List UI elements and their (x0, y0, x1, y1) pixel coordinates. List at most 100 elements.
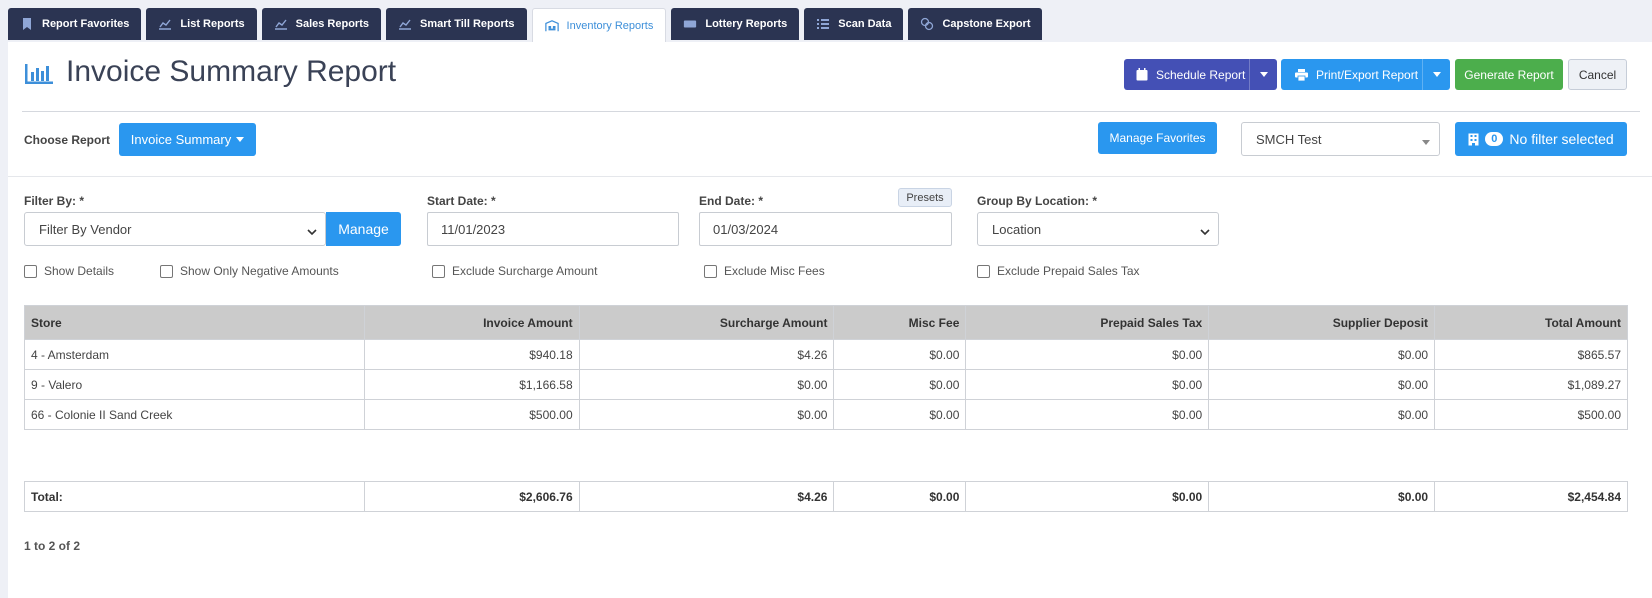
line-chart-icon (274, 17, 288, 31)
table-row: 9 - Valero $1,166.58 $0.00 $0.00 $0.00 $… (24, 369, 1628, 400)
checkbox-box[interactable] (704, 264, 717, 278)
end-date-label: End Date: * (699, 194, 764, 208)
tab-lottery-reports[interactable]: Lottery Reports (671, 8, 800, 40)
bookmark-icon (20, 17, 34, 31)
checkbox-box[interactable] (24, 264, 37, 278)
exclude-prepaid-tax-checkbox[interactable]: Exclude Prepaid Sales Tax (977, 264, 1140, 278)
cell-surcharge-amount: $0.00 (578, 399, 835, 430)
divider (22, 111, 1640, 112)
cell-prepaid-sales-tax: $0.00 (965, 399, 1210, 430)
total-invoice-amount: $2,606.76 (363, 481, 580, 512)
column-header-prepaid-sales-tax[interactable]: Prepaid Sales Tax (965, 305, 1210, 340)
totals-row: Total: $2,606.76 $4.26 $0.00 $0.00 $0.00… (24, 481, 1628, 512)
caret-down-icon (1421, 134, 1431, 145)
cell-invoice-amount: $500.00 (363, 399, 580, 430)
pagination-info: 1 to 2 of 2 (24, 539, 81, 553)
checkbox-box[interactable] (977, 264, 990, 278)
cell-store: 4 - Amsterdam (24, 339, 365, 370)
building-icon (1468, 133, 1479, 146)
tab-report-favorites[interactable]: Report Favorites (8, 8, 142, 40)
print-export-button[interactable]: Print/Export Report (1281, 59, 1450, 90)
cell-invoice-amount: $940.18 (363, 339, 580, 370)
totals-label: Total: (24, 481, 365, 512)
print-export-dropdown[interactable] (1422, 59, 1450, 90)
tab-smart-till-reports[interactable]: Smart Till Reports (385, 8, 527, 40)
column-header-total-amount[interactable]: Total Amount (1434, 305, 1628, 340)
end-date-input[interactable]: 01/03/2024 (699, 212, 952, 246)
column-header-surcharge-amount[interactable]: Surcharge Amount (578, 305, 835, 340)
exclude-surcharge-checkbox[interactable]: Exclude Surcharge Amount (432, 264, 597, 278)
column-header-misc-fee[interactable]: Misc Fee (833, 305, 967, 340)
filter-by-select[interactable]: Filter By Vendor (24, 212, 326, 246)
cell-total-amount: $1,089.27 (1434, 369, 1628, 400)
cancel-button[interactable]: Cancel (1568, 59, 1627, 90)
cell-total-amount: $500.00 (1434, 399, 1628, 430)
start-date-input[interactable]: 11/01/2023 (427, 212, 679, 246)
presets-button[interactable]: Presets (898, 188, 952, 207)
column-header-store[interactable]: Store (24, 305, 365, 340)
tab-inventory-reports[interactable]: Inventory Reports (531, 8, 667, 42)
chevron-down-icon (1200, 224, 1210, 236)
schedule-report-dropdown[interactable] (1249, 59, 1277, 90)
totals-table: Total: $2,606.76 $4.26 $0.00 $0.00 $0.00… (24, 481, 1628, 512)
divider (8, 176, 1652, 177)
cell-supplier-deposit: $0.00 (1208, 369, 1436, 400)
page-title: Invoice Summary Report (66, 55, 397, 88)
total-prepaid-sales-tax: $0.00 (965, 481, 1210, 512)
column-header-supplier-deposit[interactable]: Supplier Deposit (1208, 305, 1436, 340)
cell-misc-fee: $0.00 (833, 369, 967, 400)
cell-store: 9 - Valero (24, 369, 365, 400)
generate-report-button[interactable]: Generate Report (1455, 59, 1563, 90)
show-details-checkbox[interactable]: Show Details (24, 264, 114, 278)
ticket-icon (683, 17, 697, 31)
report-panel: Invoice Summary Report Schedule Report P… (8, 42, 1652, 598)
warehouse-icon (544, 19, 559, 33)
total-supplier-deposit: $0.00 (1208, 481, 1436, 512)
cell-surcharge-amount: $0.00 (578, 369, 835, 400)
cell-misc-fee: $0.00 (833, 339, 967, 370)
bar-chart-icon (24, 62, 54, 86)
tab-sales-reports[interactable]: Sales Reports (261, 8, 381, 40)
printer-icon (1295, 68, 1308, 81)
choose-report-label: Choose Report (24, 133, 111, 147)
choose-report-dropdown[interactable]: Invoice Summary (119, 123, 256, 156)
calendar-icon (1136, 68, 1148, 81)
group-by-location-select[interactable]: Location (977, 212, 1219, 246)
filter-by-label: Filter By: * (24, 194, 85, 208)
schedule-report-button[interactable]: Schedule Report (1124, 59, 1277, 90)
checkbox-box[interactable] (432, 264, 445, 278)
total-total-amount: $2,454.84 (1434, 481, 1628, 512)
line-chart-icon (158, 17, 172, 31)
group-by-location-label: Group By Location: * (977, 194, 1097, 208)
cell-misc-fee: $0.00 (833, 399, 967, 430)
checkbox-box[interactable] (160, 264, 173, 278)
cell-supplier-deposit: $0.00 (1208, 339, 1436, 370)
list-icon (816, 17, 830, 31)
show-negative-checkbox[interactable]: Show Only Negative Amounts (160, 264, 339, 278)
manage-filter-button[interactable]: Manage (326, 212, 401, 246)
cell-supplier-deposit: $0.00 (1208, 399, 1436, 430)
table-row: 4 - Amsterdam $940.18 $4.26 $0.00 $0.00 … (24, 339, 1628, 370)
cell-prepaid-sales-tax: $0.00 (965, 369, 1210, 400)
total-surcharge-amount: $4.26 (578, 481, 835, 512)
line-chart-icon (398, 17, 412, 31)
chevron-down-icon (307, 224, 317, 236)
tab-scan-data[interactable]: Scan Data (804, 8, 904, 40)
filter-count-badge: 0 (1485, 132, 1504, 146)
tab-list-reports[interactable]: List Reports (146, 8, 257, 40)
manage-favorites-button[interactable]: Manage Favorites (1098, 122, 1217, 154)
cell-prepaid-sales-tax: $0.00 (965, 339, 1210, 370)
store-group-select[interactable]: SMCH Test (1241, 122, 1440, 156)
caret-down-icon (236, 137, 245, 142)
store-filter-button[interactable]: 0 No filter selected (1455, 122, 1627, 156)
cell-total-amount: $865.57 (1434, 339, 1628, 370)
table-header-row: Store Invoice Amount Surcharge Amount Mi… (24, 305, 1628, 340)
cell-surcharge-amount: $4.26 (578, 339, 835, 370)
column-header-invoice-amount[interactable]: Invoice Amount (363, 305, 580, 340)
cell-invoice-amount: $1,166.58 (363, 369, 580, 400)
exclude-misc-fees-checkbox[interactable]: Exclude Misc Fees (704, 264, 825, 278)
coins-icon (920, 17, 934, 31)
report-tabs: Report Favorites List Reports Sales Repo… (8, 8, 1043, 42)
invoice-summary-table: Store Invoice Amount Surcharge Amount Mi… (24, 305, 1628, 430)
tab-capstone-export[interactable]: Capstone Export (908, 8, 1043, 40)
